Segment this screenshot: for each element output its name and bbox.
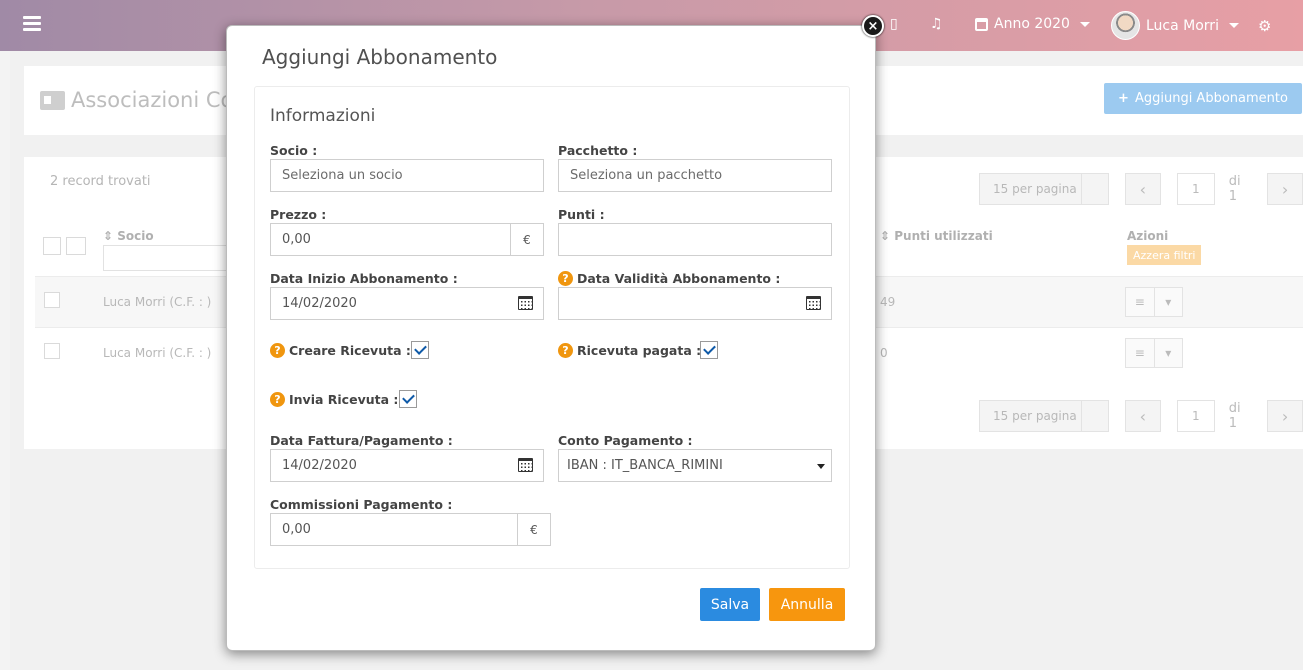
plus-icon: + — [1118, 91, 1129, 106]
page-total: di 1 — [1228, 174, 1241, 204]
invia-ricevuta-label-text: Invia Ricevuta : — [289, 392, 399, 407]
select-all-checkbox[interactable] — [43, 237, 61, 255]
row-socio: Luca Morri (C.F. : ) — [103, 295, 212, 309]
punti-input[interactable] — [558, 223, 832, 256]
data-inizio-value: 14/02/2020 — [282, 296, 357, 311]
help-icon[interactable]: ? — [270, 392, 285, 407]
column-header-punti-label: Punti utilizzati — [894, 229, 993, 243]
column-header-azioni: Azioni — [1127, 229, 1169, 243]
row-actions[interactable]: ≡ ▾ — [1125, 287, 1183, 317]
row-socio: Luca Morri (C.F. : ) — [103, 346, 212, 360]
close-icon[interactable]: × — [862, 15, 884, 37]
year-label: Anno 2020 — [994, 16, 1070, 32]
save-button[interactable]: Salva — [700, 588, 760, 621]
data-fattura-input[interactable]: 14/02/2020 — [270, 449, 544, 482]
user-menu[interactable]: Luca Morri — [1111, 11, 1239, 40]
help-icon[interactable]: ? — [558, 271, 573, 286]
chevron-down-icon[interactable]: ▾ — [1155, 288, 1183, 316]
creare-ricevuta-checkbox[interactable] — [411, 341, 429, 359]
page-title: Associazioni Cor — [40, 88, 242, 112]
row-actions[interactable]: ≡ ▾ — [1125, 338, 1183, 368]
row-checkbox[interactable] — [44, 292, 60, 308]
year-selector[interactable]: Anno 2020 — [975, 16, 1090, 32]
prezzo-label: Prezzo : — [270, 207, 327, 222]
select-all-dropdown[interactable] — [66, 237, 86, 255]
conto-pagamento-select[interactable]: IBAN : IT_BANCA_RIMINI — [558, 449, 832, 482]
help-icon[interactable]: ? — [270, 343, 285, 358]
headset-icon[interactable]: ♫ — [930, 16, 943, 32]
section-title: Informazioni — [270, 106, 376, 126]
ricevuta-pagata-checkbox[interactable] — [700, 341, 718, 359]
cancel-button[interactable]: Annulla — [769, 588, 845, 621]
column-header-socio[interactable]: ⇕ Socio — [103, 229, 154, 243]
conto-pagamento-label: Conto Pagamento : — [558, 433, 693, 448]
commissioni-currency: € — [517, 513, 551, 546]
page-input[interactable]: 1 — [1176, 173, 1215, 205]
page-input[interactable]: 1 — [1176, 400, 1215, 432]
punti-label: Punti : — [558, 207, 605, 222]
modal-title: Aggiungi Abbonamento — [262, 45, 498, 69]
ricevuta-pagata-label: ? Ricevuta pagata : — [558, 343, 701, 358]
ricevuta-pagata-label-text: Ricevuta pagata : — [577, 343, 702, 358]
pagination-top: 15 per pagina ‹ 1 di 1 › — [979, 173, 1303, 205]
page-title-text: Associazioni Cor — [71, 88, 243, 112]
prev-page-button[interactable]: ‹ — [1124, 400, 1161, 432]
list-icon[interactable]: ≡ — [1126, 288, 1155, 316]
user-name: Luca Morri — [1146, 17, 1219, 34]
pacchetto-select[interactable]: Seleziona un pacchetto — [558, 159, 832, 192]
reset-filters-button[interactable]: Azzera filtri — [1127, 245, 1202, 265]
row-punti: 49 — [880, 295, 896, 309]
data-validita-label: ? Data Validità Abbonamento : — [558, 271, 780, 286]
data-fattura-value: 14/02/2020 — [282, 458, 357, 473]
chevron-down-icon — [1228, 23, 1239, 28]
invia-ricevuta-checkbox[interactable] — [399, 390, 417, 408]
prezzo-input[interactable]: 0,00 — [270, 223, 511, 256]
next-page-button[interactable]: › — [1267, 173, 1303, 205]
chevron-down-icon — [1079, 21, 1090, 27]
calendar-icon[interactable] — [518, 296, 533, 310]
help-icon[interactable]: ? — [558, 343, 573, 358]
calendar-icon — [975, 17, 988, 31]
pacchetto-label: Pacchetto : — [558, 143, 638, 158]
socio-filter-input[interactable] — [103, 245, 228, 271]
chevron-down-icon[interactable]: ▾ — [1155, 339, 1183, 367]
per-page-label: 15 per pagina — [993, 182, 1077, 196]
add-subscription-button[interactable]: + Aggiungi Abbonamento — [1104, 83, 1302, 114]
data-inizio-input[interactable]: 14/02/2020 — [270, 287, 544, 320]
data-fattura-label: Data Fattura/Pagamento : — [270, 433, 453, 448]
per-page-select[interactable]: 15 per pagina — [979, 173, 1109, 205]
invia-ricevuta-label: ? Invia Ricevuta : — [270, 392, 398, 407]
data-validita-input[interactable] — [558, 287, 832, 320]
data-validita-label-text: Data Validità Abbonamento : — [577, 271, 781, 286]
list-icon[interactable]: ≡ — [1126, 339, 1155, 367]
calendar-icon[interactable] — [806, 296, 821, 310]
per-page-label: 15 per pagina — [993, 409, 1077, 423]
pagination-bottom: 15 per pagina ‹ 1 di 1 › — [979, 400, 1303, 432]
socio-label: Socio : — [270, 143, 318, 158]
creare-ricevuta-label: ? Creare Ricevuta : — [270, 343, 411, 358]
column-header-socio-label: Socio — [117, 229, 154, 243]
prezzo-currency: € — [510, 223, 544, 256]
commissioni-label: Commissioni Pagamento : — [270, 497, 453, 512]
column-header-punti[interactable]: ⇕ Punti utilizzati — [880, 229, 993, 243]
data-inizio-label: Data Inizio Abbonamento : — [270, 271, 458, 286]
per-page-select[interactable]: 15 per pagina — [979, 400, 1109, 432]
page-total: di 1 — [1228, 401, 1241, 431]
creare-ricevuta-label-text: Creare Ricevuta : — [289, 343, 411, 358]
chevron-down-icon — [817, 464, 825, 469]
commissioni-input[interactable]: 0,00 — [270, 513, 518, 546]
row-checkbox[interactable] — [44, 343, 60, 359]
records-count: 2 record trovati — [50, 174, 151, 189]
avatar — [1111, 11, 1140, 40]
add-subscription-label: Aggiungi Abbonamento — [1134, 91, 1288, 106]
next-page-button[interactable]: › — [1267, 400, 1303, 432]
prev-page-button[interactable]: ‹ — [1124, 173, 1161, 205]
phone-icon[interactable]: ▯ — [890, 16, 898, 32]
calendar-icon[interactable] — [518, 458, 533, 472]
gears-icon[interactable]: ⚙ — [1258, 17, 1271, 35]
id-card-icon — [40, 90, 65, 110]
socio-select[interactable]: Seleziona un socio — [270, 159, 544, 192]
row-punti: 0 — [880, 346, 888, 360]
menu-icon[interactable] — [23, 16, 41, 32]
